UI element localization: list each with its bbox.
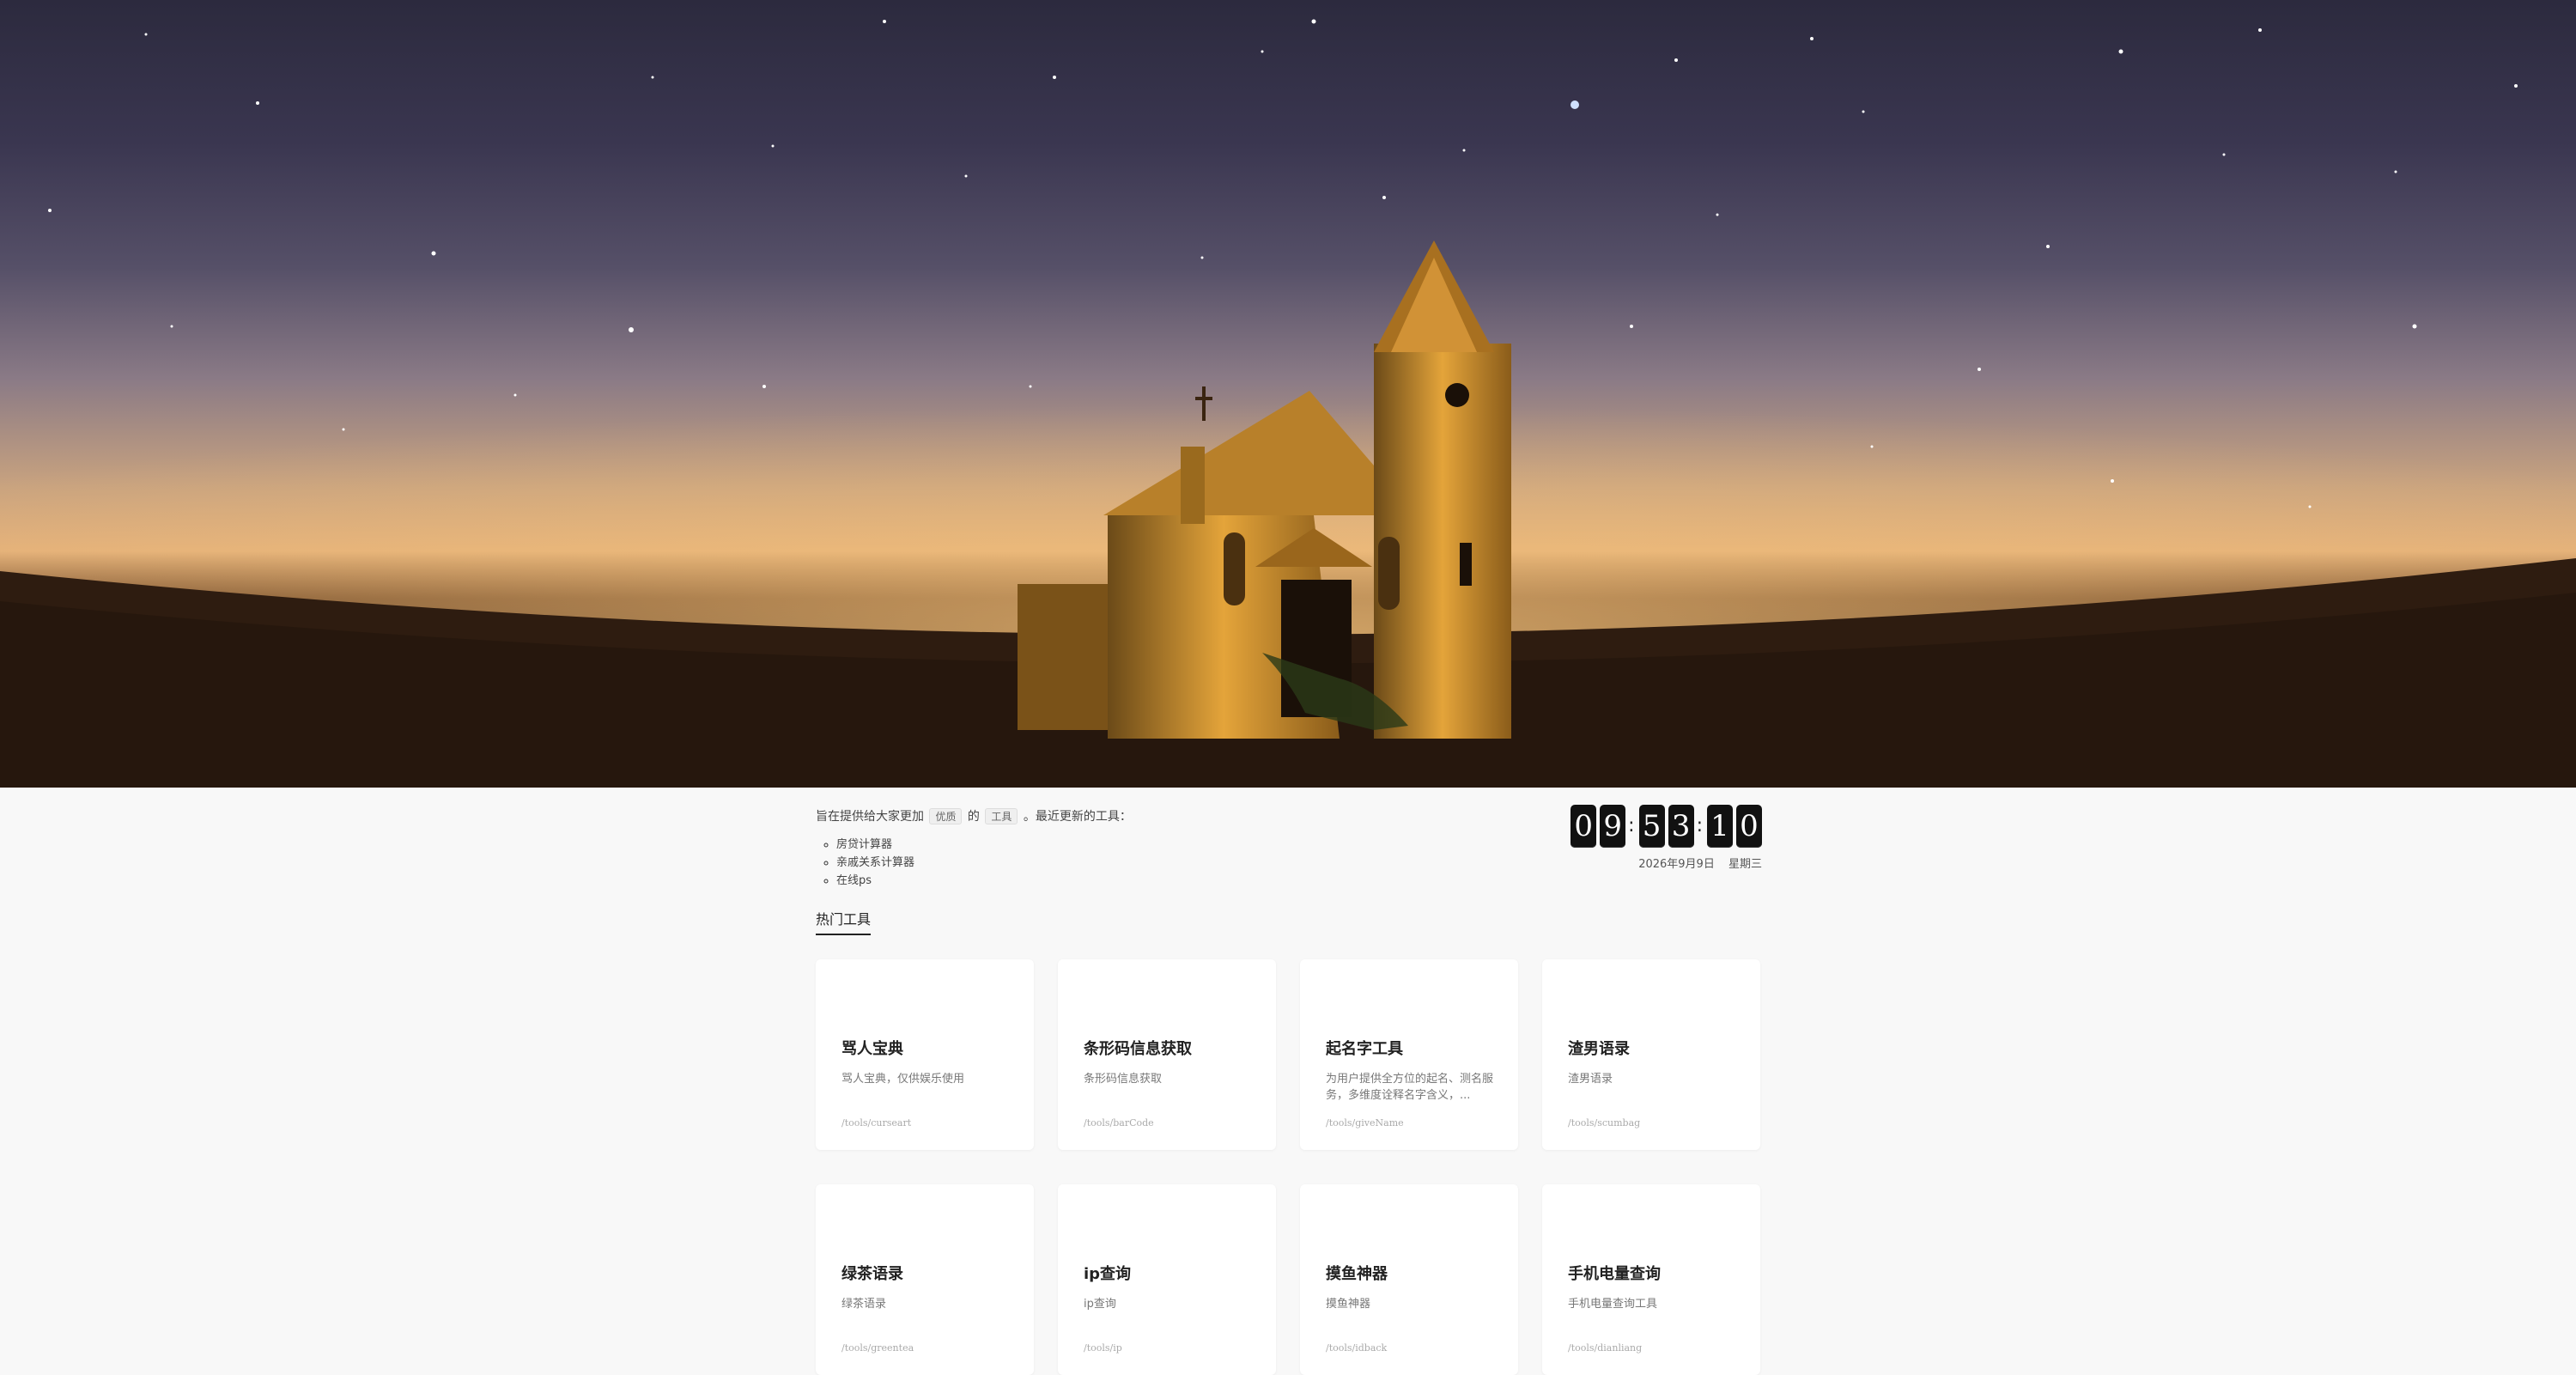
recent-tool-link[interactable]: 房贷计算器 — [836, 838, 892, 851]
hot-tools-heading: 热门工具 — [816, 908, 872, 935]
tool-card-grid: 骂人宝典 骂人宝典，仅供娱乐使用 /tools/curseart 条形码信息获取… — [816, 959, 1762, 1375]
recent-tools-list: 房贷计算器 亲戚关系计算器 在线ps — [816, 836, 914, 890]
tool-card-description: 绿茶语录 — [841, 1298, 887, 1311]
tool-card-title: 条形码信息获取 — [1084, 1040, 1192, 1058]
clock-separator: : — [1696, 815, 1703, 837]
tool-card-title: 手机电量查询 — [1568, 1265, 1661, 1283]
tool-card-path: /tools/greentea — [841, 1342, 914, 1354]
clock-digit: 0 — [1571, 805, 1597, 848]
tool-card-description: 渣男语录 — [1568, 1073, 1613, 1086]
weekday-text: 星期三 — [1728, 858, 1762, 871]
tool-card-path: /tools/scumbag — [1568, 1117, 1641, 1129]
tools-tag: 工具 — [985, 808, 1018, 824]
flip-clock: 0 9 : 5 3 : 1 0 — [1567, 805, 1762, 848]
tool-card-title: 骂人宝典 — [841, 1040, 903, 1058]
quality-tag: 优质 — [929, 808, 963, 824]
tool-card[interactable]: 渣男语录 渣男语录 /tools/scumbag — [1542, 959, 1760, 1150]
intro-text: 。最近更新的工具： — [1023, 810, 1132, 824]
tool-card[interactable]: 条形码信息获取 条形码信息获取 /tools/barCode — [1058, 959, 1276, 1150]
tool-card-description: ip查询 — [1084, 1298, 1116, 1311]
tool-card-description: 骂人宝典，仅供娱乐使用 — [841, 1073, 965, 1086]
date-text: 2026年9月9日 — [1638, 858, 1715, 871]
clock-digit: 5 — [1638, 805, 1665, 848]
tool-card-title: 起名字工具 — [1326, 1040, 1403, 1058]
tool-card-path: /tools/idback — [1326, 1342, 1388, 1354]
tool-card-title: 绿茶语录 — [841, 1265, 903, 1283]
clock-digit: 0 — [1736, 805, 1762, 848]
clock-digit: 1 — [1707, 805, 1733, 848]
clock-digit: 3 — [1668, 805, 1694, 848]
list-item: 房贷计算器 — [836, 836, 914, 854]
tool-card-path: /tools/curseart — [841, 1117, 912, 1129]
tool-card[interactable]: 起名字工具 为用户提供全方位的起名、测名服务，多维度诠释名字含义，... /to… — [1300, 959, 1518, 1150]
tool-card-path: /tools/giveName — [1326, 1117, 1404, 1129]
clock-separator: : — [1628, 815, 1635, 837]
list-item: 在线ps — [836, 872, 914, 890]
intro-text: 旨在提供给大家更加 — [816, 810, 924, 824]
tool-card-title: 摸鱼神器 — [1326, 1265, 1388, 1283]
tool-card[interactable]: 手机电量查询 手机电量查询工具 /tools/dianliang — [1542, 1184, 1760, 1375]
tool-card-path: /tools/dianliang — [1568, 1342, 1643, 1354]
tool-card-title: 渣男语录 — [1568, 1040, 1630, 1058]
site-intro: 旨在提供给大家更加 优质 的 工具 。最近更新的工具： — [816, 807, 1132, 824]
tool-card-path: /tools/barCode — [1084, 1117, 1154, 1129]
hero-banner — [0, 0, 2576, 788]
tool-card-path: /tools/ip — [1084, 1342, 1122, 1354]
clock-digit: 9 — [1600, 805, 1626, 848]
tool-card-description: 为用户提供全方位的起名、测名服务，多维度诠释名字含义，... — [1326, 1073, 1494, 1102]
tool-card-description: 手机电量查询工具 — [1568, 1298, 1658, 1311]
tool-card-description: 条形码信息获取 — [1084, 1073, 1163, 1086]
tool-card[interactable]: 绿茶语录 绿茶语录 /tools/greentea — [816, 1184, 1034, 1375]
tool-card[interactable]: ip查询 ip查询 /tools/ip — [1058, 1184, 1276, 1375]
tool-card-description: 摸鱼神器 — [1326, 1298, 1371, 1311]
tool-card[interactable]: 摸鱼神器 摸鱼神器 /tools/idback — [1300, 1184, 1518, 1375]
tool-card[interactable]: 骂人宝典 骂人宝典，仅供娱乐使用 /tools/curseart — [816, 959, 1034, 1150]
recent-tool-link[interactable]: 在线ps — [836, 874, 872, 887]
current-date: 2026年9月9日 星期三 — [1638, 855, 1762, 871]
tool-card-title: ip查询 — [1084, 1265, 1132, 1283]
starry-night-church-illustration — [0, 19, 2576, 788]
intro-text: 的 — [967, 810, 980, 824]
recent-tool-link[interactable]: 亲戚关系计算器 — [836, 856, 914, 869]
list-item: 亲戚关系计算器 — [836, 854, 914, 872]
